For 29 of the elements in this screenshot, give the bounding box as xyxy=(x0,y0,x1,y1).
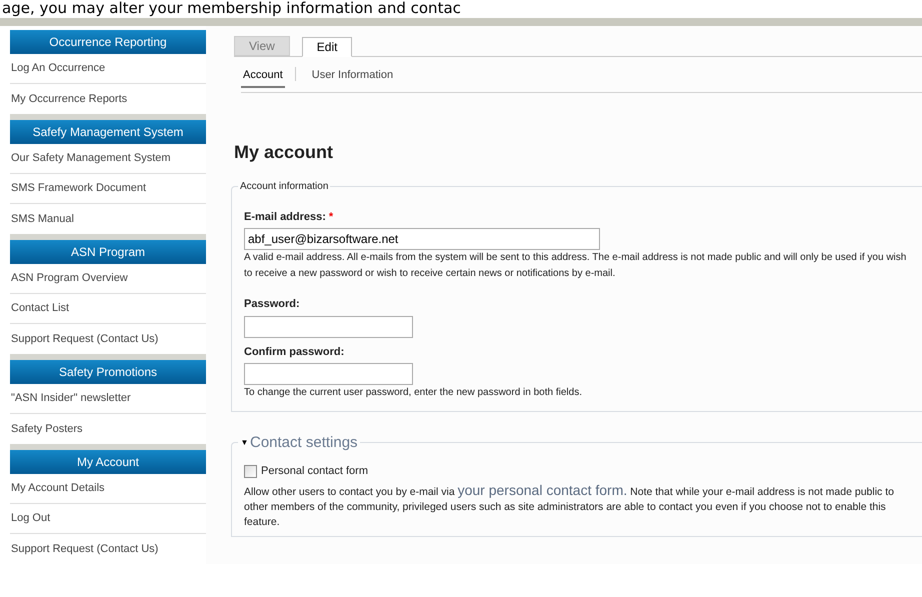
input-field[interactable]: abf_user@bizarsoftware.net xyxy=(244,228,600,250)
section-header: My Account xyxy=(10,450,206,474)
page-heading: My account xyxy=(234,140,334,164)
field-label: Password: xyxy=(244,298,300,310)
sidebar-link[interactable]: My Occurrence Reports xyxy=(10,84,206,114)
contact-form-link[interactable]: your personal contact form. xyxy=(458,482,628,498)
field-label: E-mail address: xyxy=(244,210,326,222)
section-header: Safety Promotions xyxy=(10,360,206,384)
sidebar-link[interactable]: SMS Manual xyxy=(10,204,206,234)
checkbox[interactable] xyxy=(244,464,257,478)
section-header: Occurrence Reporting xyxy=(10,30,206,54)
input-field[interactable] xyxy=(244,363,413,385)
input-field[interactable] xyxy=(244,316,413,338)
field-description: A valid e-mail address. All e-mails from the system will be sent to this address. The e-mail address is not made public and will only be used if you wish to receive a new password or wish to receive certain news or notifications by e-mail. xyxy=(244,251,908,281)
sidebar-link[interactable]: Support Request (Contact Us) xyxy=(10,324,206,354)
intro-text: age, you may alter your membership information and contac xyxy=(1,0,461,17)
caret-icon: ▼ xyxy=(240,437,249,450)
checkbox-label: Personal contact form xyxy=(261,464,368,479)
sidebar-link[interactable]: Support Request (Contact Us) xyxy=(10,534,206,564)
tab[interactable]: Edit xyxy=(302,37,352,57)
section-header: Safefy Management System xyxy=(10,120,206,144)
contact-description: Allow other users to contact you by e-mail via your personal contact form. Note that while your e-mail address is not made public to other members of the community, privileged users such as site administrators are able to contact you even if you choose not to enable this feature. xyxy=(244,482,895,530)
subtab[interactable]: User Information xyxy=(310,67,396,88)
sidebar-link[interactable]: Safety Posters xyxy=(10,414,206,444)
section-header: ASN Program xyxy=(10,240,206,264)
required-marker: * xyxy=(328,210,334,222)
subtab[interactable]: Account xyxy=(241,67,285,88)
field-description: To change the current user password, enter the new password in both fields. xyxy=(244,386,583,400)
field-label: Confirm password: xyxy=(244,346,344,358)
